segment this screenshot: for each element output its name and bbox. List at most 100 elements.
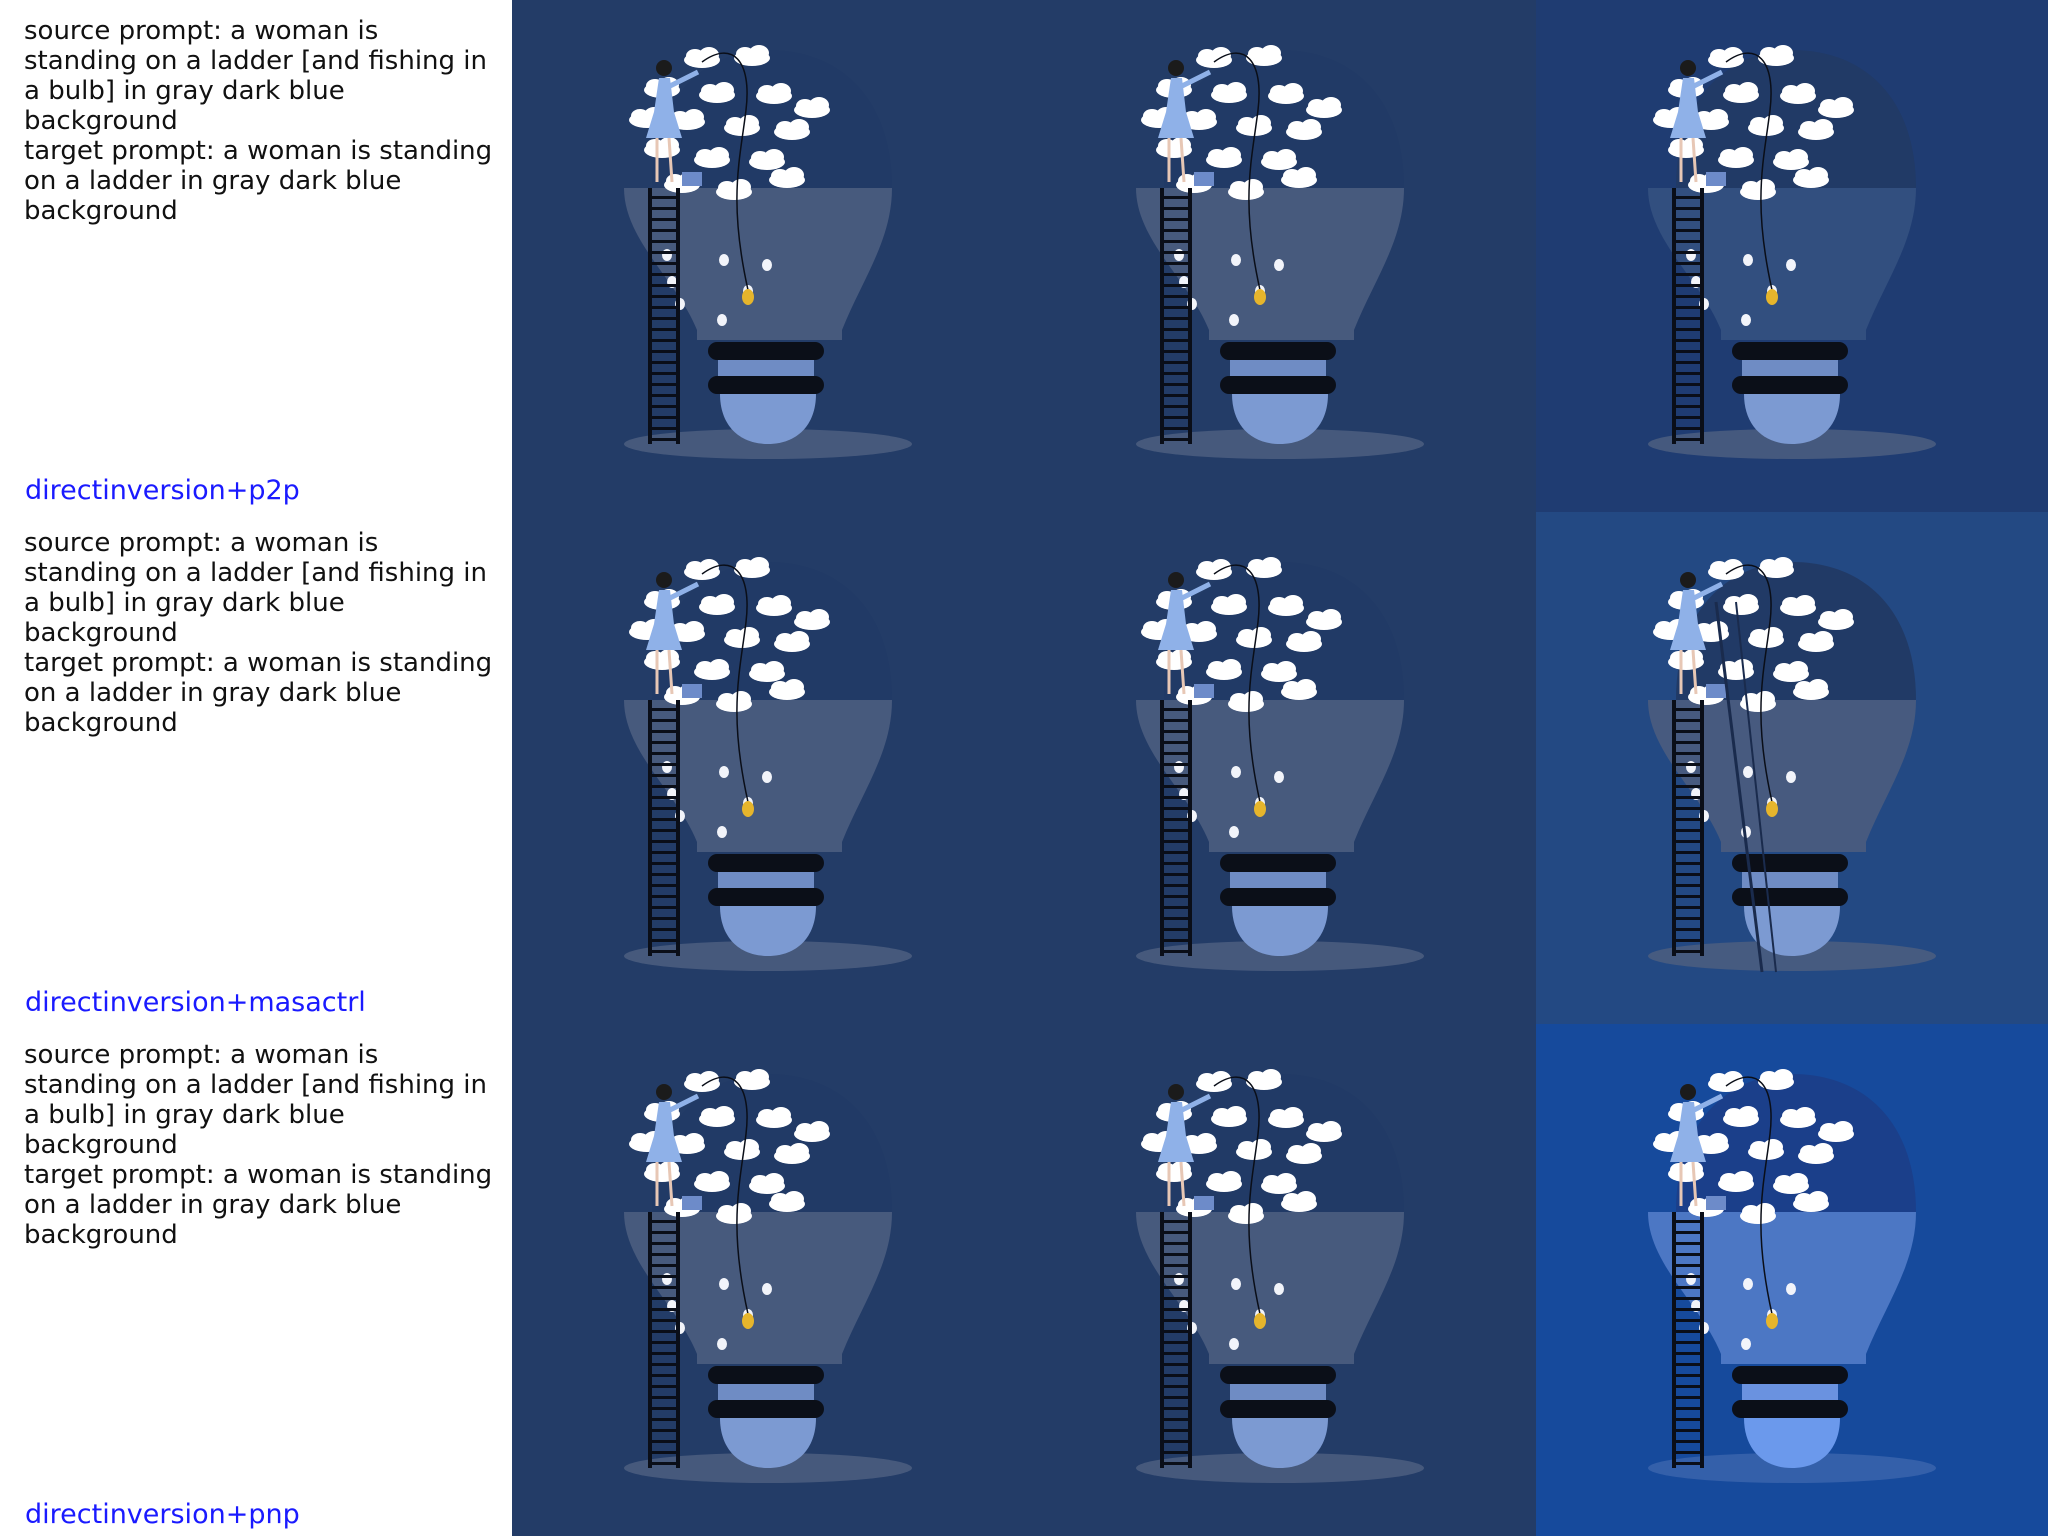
image-r1-c2 — [1536, 512, 2048, 1024]
bulb-band-bottom — [1732, 1400, 1848, 1418]
light-dot — [1231, 766, 1241, 778]
golden-lure — [1254, 1313, 1266, 1329]
light-dot — [1743, 254, 1753, 266]
target-prompt: target prompt: a woman is standing on a … — [24, 648, 493, 738]
light-dot — [1686, 1273, 1696, 1285]
light-dot — [1741, 314, 1751, 326]
target-prompt: target prompt: a woman is standing on a … — [24, 136, 493, 226]
light-dot — [1686, 249, 1696, 261]
source-prompt: source prompt: a woman is standing on a … — [24, 16, 487, 136]
light-dot — [762, 259, 772, 271]
bulb-band-top — [1220, 342, 1336, 360]
bulb-band-bottom — [1220, 1400, 1336, 1418]
bucket — [1194, 1196, 1214, 1210]
generated-image — [1536, 0, 2048, 512]
light-dot — [719, 1278, 729, 1290]
bulb-band-mid — [718, 872, 814, 888]
prompt-text: source prompt: a woman is standing on a … — [24, 528, 494, 738]
golden-lure — [1766, 1313, 1778, 1329]
bulb-band-mid — [1230, 872, 1326, 888]
bulb-band-top — [708, 854, 824, 872]
image-r2-c1 — [1024, 1024, 1536, 1536]
bucket — [682, 172, 702, 186]
comparison-grid: source prompt: a woman is standing on a … — [0, 0, 2048, 1536]
bucket — [1706, 172, 1726, 186]
bulb-band-top — [1220, 854, 1336, 872]
image-r1-c0 — [512, 512, 1024, 1024]
generated-image — [1024, 0, 1536, 512]
golden-lure — [742, 289, 754, 305]
prompt-text: source prompt: a woman is standing on a … — [24, 1040, 494, 1250]
light-dot — [717, 1338, 727, 1350]
light-dot — [662, 249, 672, 261]
bulb-band-top — [1732, 1366, 1848, 1384]
light-dot — [1274, 771, 1284, 783]
bucket — [1706, 1196, 1726, 1210]
bulb-band-bottom — [1732, 376, 1848, 394]
light-dot — [1229, 826, 1239, 838]
light-dot — [1231, 1278, 1241, 1290]
image-r0-c0 — [512, 0, 1024, 512]
light-dot — [762, 1283, 772, 1295]
generated-image — [1536, 512, 2048, 1024]
golden-lure — [1766, 289, 1778, 305]
generated-image — [1536, 1024, 2048, 1536]
bucket — [682, 1196, 702, 1210]
row-label-1: source prompt: a woman is standing on a … — [0, 512, 512, 1024]
image-r1-c1 — [1024, 512, 1536, 1024]
row-label-2: source prompt: a woman is standing on a … — [0, 1024, 512, 1536]
method-name: directinversion+masactrl — [25, 987, 366, 1018]
row-label-0: source prompt: a woman is standing on a … — [0, 0, 512, 512]
golden-lure — [1254, 289, 1266, 305]
generated-image — [512, 1024, 1024, 1536]
light-dot — [1743, 766, 1753, 778]
light-dot — [1174, 249, 1184, 261]
bulb-band-top — [708, 1366, 824, 1384]
generated-image — [512, 512, 1024, 1024]
light-dot — [1741, 1338, 1751, 1350]
bulb-band-mid — [718, 1384, 814, 1400]
method-name: directinversion+p2p — [25, 475, 300, 506]
light-dot — [662, 1273, 672, 1285]
bucket — [682, 684, 702, 698]
light-dot — [1229, 314, 1239, 326]
generated-image — [1024, 512, 1536, 1024]
light-dot — [719, 766, 729, 778]
bucket — [1194, 684, 1214, 698]
light-dot — [1686, 761, 1696, 773]
bucket — [1194, 172, 1214, 186]
light-dot — [1231, 254, 1241, 266]
light-dot — [1174, 761, 1184, 773]
bulb-band-top — [708, 342, 824, 360]
light-dot — [719, 254, 729, 266]
image-r2-c0 — [512, 1024, 1024, 1536]
light-dot — [1743, 1278, 1753, 1290]
light-dot — [1274, 1283, 1284, 1295]
generated-image — [1024, 1024, 1536, 1536]
source-prompt: source prompt: a woman is standing on a … — [24, 528, 487, 648]
bulb-band-top — [1732, 342, 1848, 360]
bulb-band-mid — [1742, 360, 1838, 376]
light-dot — [717, 314, 727, 326]
bucket — [1706, 684, 1726, 698]
light-dot — [762, 771, 772, 783]
golden-lure — [742, 801, 754, 817]
light-dot — [717, 826, 727, 838]
light-dot — [662, 761, 672, 773]
golden-lure — [1766, 801, 1778, 817]
light-dot — [1274, 259, 1284, 271]
image-r2-c2 — [1536, 1024, 2048, 1536]
generated-image — [512, 0, 1024, 512]
light-dot — [1786, 259, 1796, 271]
image-r0-c2 — [1536, 0, 2048, 512]
bulb-band-bottom — [708, 376, 824, 394]
source-prompt: source prompt: a woman is standing on a … — [24, 1040, 487, 1160]
bulb-band-mid — [1742, 872, 1838, 888]
bulb-band-bottom — [1220, 376, 1336, 394]
bulb-band-mid — [1742, 1384, 1838, 1400]
light-dot — [1786, 771, 1796, 783]
bulb-band-bottom — [708, 1400, 824, 1418]
method-name: directinversion+pnp — [25, 1499, 300, 1530]
light-dot — [1786, 1283, 1796, 1295]
bulb-band-bottom — [708, 888, 824, 906]
